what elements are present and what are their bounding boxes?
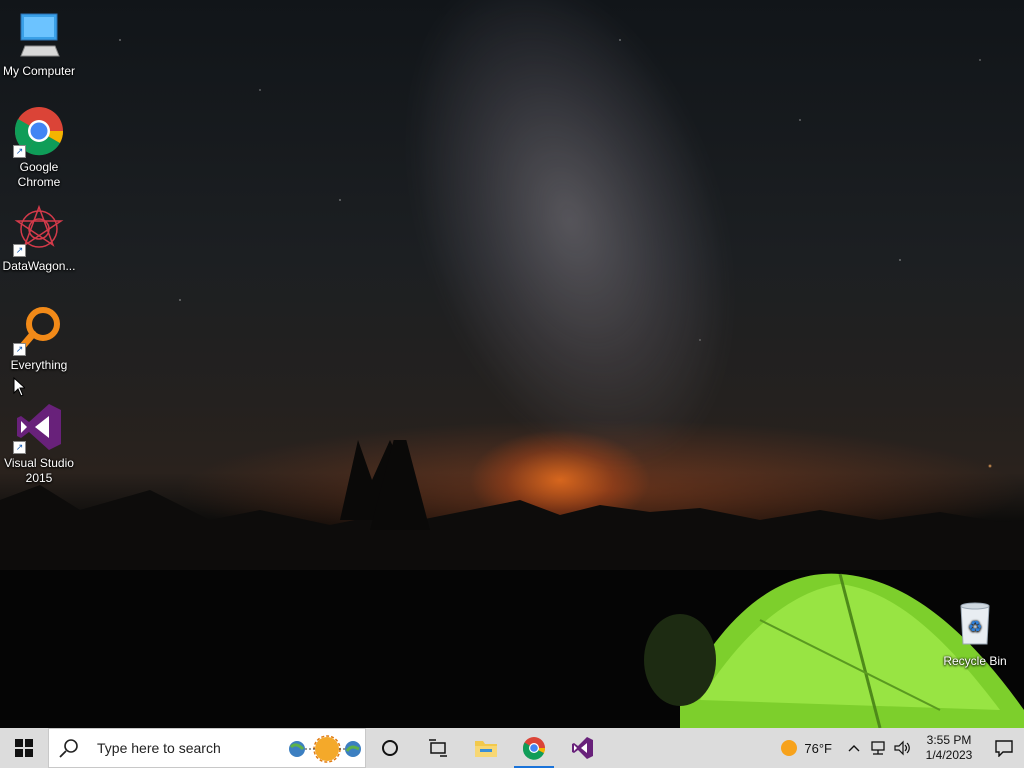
folder-icon: [475, 741, 497, 757]
volume-button[interactable]: [890, 728, 914, 768]
task-view-button[interactable]: [414, 728, 462, 768]
recycle-bin-icon: ♻: [960, 602, 990, 645]
desktop-icon-label: Visual Studio 2015: [4, 456, 74, 485]
desktop-icon-datawagon[interactable]: ↗ DataWagon...: [1, 204, 77, 274]
file-explorer-button[interactable]: [462, 728, 510, 768]
visual-studio-icon: [572, 737, 593, 759]
desktop-wallpaper: My Computer ↗ Google Chrome ↗ DataWagon.…: [0, 0, 1024, 728]
visual-studio-taskbar-button[interactable]: [558, 728, 606, 768]
network-icon: [871, 741, 885, 755]
desktop-icon-google-chrome[interactable]: ↗ Google Chrome: [1, 106, 77, 190]
search-icon: [59, 739, 78, 758]
desktop-icon-visual-studio[interactable]: ↗ Visual Studio 2015: [1, 402, 77, 486]
desktop-icon-recycle-bin[interactable]: ♻ Recycle Bin: [937, 600, 1013, 669]
taskbar: Type here to search 76°F 3:55 PM 1/4/202…: [0, 728, 1024, 768]
shortcut-arrow-icon: ↗: [13, 145, 26, 158]
clock-time: 3:55 PM: [926, 733, 972, 747]
desktop-icon-label: DataWagon...: [2, 259, 76, 273]
cortana-button[interactable]: [366, 728, 414, 768]
show-hidden-icons-button[interactable]: [842, 728, 866, 768]
search-highlight-image[interactable]: [287, 735, 361, 763]
notification-icon: [995, 740, 1013, 757]
windows-logo-icon: [15, 739, 33, 757]
desktop-icon-everything[interactable]: ↗ Everything: [1, 304, 77, 373]
shortcut-arrow-icon: ↗: [13, 343, 26, 356]
shortcut-arrow-icon: ↗: [13, 244, 26, 257]
shortcut-arrow-icon: ↗: [13, 441, 26, 454]
chrome-icon: [522, 737, 546, 760]
svg-text:♻: ♻: [968, 617, 982, 636]
weather-widget[interactable]: 76°F: [780, 739, 832, 757]
desktop-icon-label: Google Chrome: [17, 160, 61, 189]
action-center-button[interactable]: [984, 728, 1024, 768]
desktop-icon-my-computer[interactable]: My Computer: [1, 10, 77, 79]
computer-icon: [20, 13, 60, 57]
desktop-icon-label: Recycle Bin: [943, 654, 1007, 668]
sun-weather-icon: [781, 740, 798, 756]
speaker-icon: [894, 740, 910, 756]
chrome-taskbar-button[interactable]: [510, 728, 558, 768]
search-placeholder: Type here to search: [97, 740, 221, 756]
chevron-up-icon: [848, 745, 860, 752]
desktop-icon-label: Everything: [10, 358, 68, 372]
system-tray: 76°F 3:55 PM 1/4/2023: [780, 728, 1024, 768]
start-button[interactable]: [0, 728, 48, 768]
clock[interactable]: 3:55 PM 1/4/2023: [922, 733, 976, 763]
task-view-icon: [429, 739, 447, 757]
clock-date: 1/4/2023: [925, 748, 973, 762]
mouse-cursor-icon: [13, 377, 25, 397]
network-button[interactable]: [866, 728, 890, 768]
weather-temperature: 76°F: [804, 740, 832, 756]
desktop-icon-label: My Computer: [2, 64, 76, 78]
cortana-circle-icon: [382, 740, 398, 756]
taskbar-search-box[interactable]: Type here to search: [48, 728, 366, 768]
